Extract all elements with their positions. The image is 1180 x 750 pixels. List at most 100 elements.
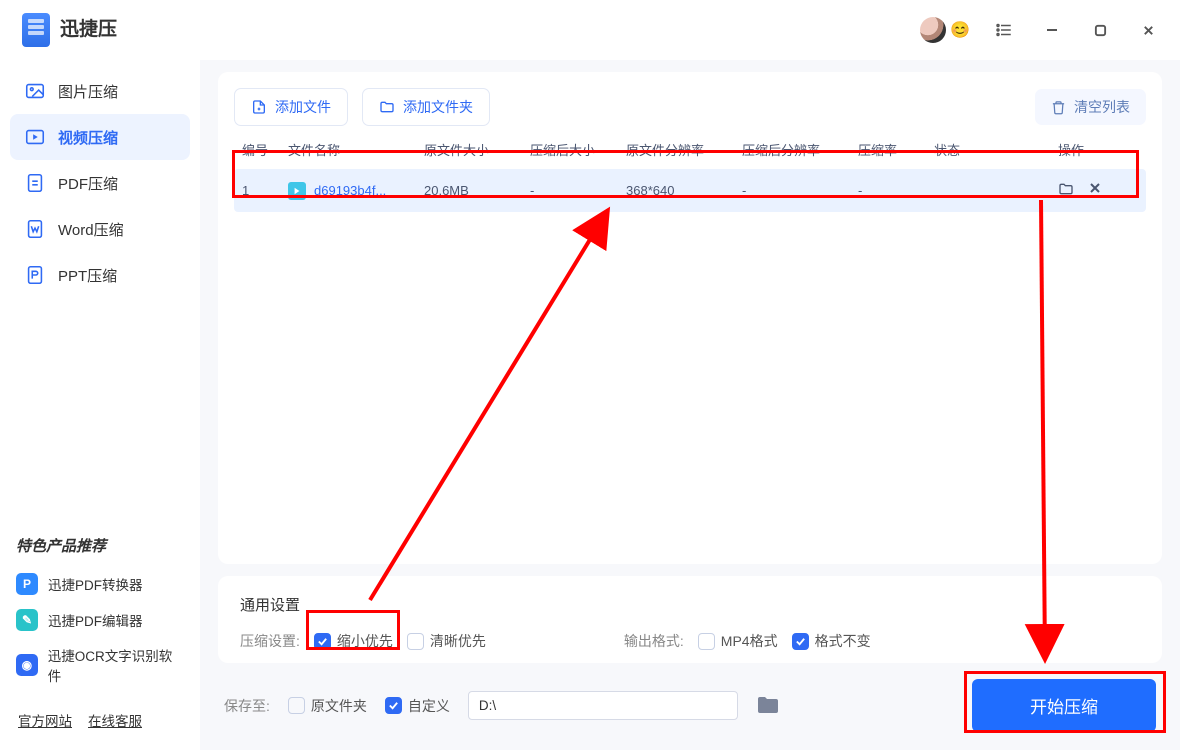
cell-comp-size: - bbox=[530, 183, 620, 198]
titlebar-controls: 😊 bbox=[920, 16, 1162, 44]
button-label: 添加文件 bbox=[275, 97, 331, 117]
promo-icon: ✎ bbox=[16, 609, 38, 631]
start-compress-button[interactable]: 开始压缩 bbox=[972, 679, 1156, 732]
cell-orig-size: 20.6MB bbox=[424, 183, 524, 198]
cell-orig-res: 368*640 bbox=[626, 183, 736, 198]
col-comp-res: 压缩后分辨率 bbox=[742, 140, 852, 159]
checkbox-icon bbox=[698, 633, 715, 650]
clear-list-button[interactable]: 清空列表 bbox=[1035, 89, 1146, 125]
maximize-button[interactable] bbox=[1086, 16, 1114, 44]
promo-pdf-converter[interactable]: P 迅捷PDF转换器 bbox=[10, 566, 190, 602]
open-folder-icon[interactable] bbox=[1058, 181, 1074, 200]
logo-icon bbox=[22, 13, 50, 47]
promo-ocr[interactable]: ◉ 迅捷OCR文字识别软件 bbox=[10, 638, 190, 692]
option-label: 清晰优先 bbox=[430, 631, 486, 651]
col-comp-size: 压缩后大小 bbox=[530, 140, 620, 159]
cell-comp-res: - bbox=[742, 183, 852, 198]
option-label: MP4格式 bbox=[721, 631, 778, 651]
word-compress-icon bbox=[24, 218, 46, 240]
cell-ratio: - bbox=[858, 183, 928, 198]
add-file-button[interactable]: 添加文件 bbox=[234, 88, 348, 126]
promo-section-title: 特色产品推荐 bbox=[10, 535, 190, 566]
cell-no: 1 bbox=[242, 183, 282, 198]
checkbox-icon bbox=[385, 697, 402, 714]
app-logo: 迅捷压 bbox=[22, 13, 117, 47]
nav-image-compress[interactable]: 图片压缩 bbox=[10, 68, 190, 114]
output-format-label: 输出格式: bbox=[624, 631, 684, 651]
option-label: 自定义 bbox=[408, 696, 450, 716]
user-avatar[interactable]: 😊 bbox=[920, 17, 970, 43]
browse-folder-button[interactable] bbox=[756, 695, 782, 717]
same-format-option[interactable]: 格式不变 bbox=[792, 631, 871, 651]
option-label: 原文件夹 bbox=[311, 696, 367, 716]
checkbox-icon bbox=[792, 633, 809, 650]
app-title: 迅捷压 bbox=[60, 20, 117, 40]
image-compress-icon bbox=[24, 80, 46, 102]
option-label: 缩小优先 bbox=[337, 631, 393, 651]
table-row[interactable]: 1 d69193b4f... 20.6MB - 368*640 - - bbox=[234, 169, 1146, 212]
col-ops: 操作 bbox=[1058, 140, 1138, 159]
footer-row: 保存至: 原文件夹 自定义 开始压缩 bbox=[218, 675, 1162, 738]
remove-row-icon[interactable] bbox=[1088, 181, 1102, 200]
nav-label: 视频压缩 bbox=[58, 127, 118, 148]
titlebar: 迅捷压 😊 bbox=[0, 0, 1180, 60]
add-folder-button[interactable]: 添加文件夹 bbox=[362, 88, 490, 126]
checkbox-icon bbox=[288, 697, 305, 714]
video-compress-icon bbox=[24, 126, 46, 148]
cell-ops bbox=[1058, 181, 1138, 200]
nav-ppt-compress[interactable]: PPT压缩 bbox=[10, 252, 190, 298]
nav-label: Word压缩 bbox=[58, 219, 124, 240]
settings-title: 通用设置 bbox=[240, 594, 1140, 615]
official-site-link[interactable]: 官方网站 bbox=[18, 710, 72, 730]
col-orig-res: 原文件分辨率 bbox=[626, 140, 736, 159]
nav-video-compress[interactable]: 视频压缩 bbox=[10, 114, 190, 160]
orig-folder-option[interactable]: 原文件夹 bbox=[288, 696, 367, 716]
close-button[interactable] bbox=[1134, 16, 1162, 44]
option-label: 格式不变 bbox=[815, 631, 871, 651]
table-header: 编号 文件名称 原文件大小 压缩后大小 原文件分辨率 压缩后分辨率 压缩率 状态… bbox=[234, 126, 1146, 169]
sidebar: 图片压缩 视频压缩 PDF压缩 Word压缩 PPT压缩 特色产品推荐 P 迅捷… bbox=[0, 60, 200, 750]
col-name: 文件名称 bbox=[288, 140, 418, 159]
col-status: 状态 bbox=[934, 140, 1052, 159]
custom-folder-option[interactable]: 自定义 bbox=[385, 696, 450, 716]
col-orig-size: 原文件大小 bbox=[424, 140, 524, 159]
save-to-label: 保存至: bbox=[224, 696, 270, 716]
checkbox-icon bbox=[407, 633, 424, 650]
toolbar: 添加文件 添加文件夹 清空列表 bbox=[234, 88, 1146, 126]
file-name-text: d69193b4f... bbox=[314, 183, 386, 198]
pdf-compress-icon bbox=[24, 172, 46, 194]
online-support-link[interactable]: 在线客服 bbox=[88, 710, 142, 730]
nav-word-compress[interactable]: Word压缩 bbox=[10, 206, 190, 252]
nav-pdf-compress[interactable]: PDF压缩 bbox=[10, 160, 190, 206]
file-list-card: 添加文件 添加文件夹 清空列表 编号 文件名称 原文件大小 压缩后大小 原文件分… bbox=[218, 72, 1162, 564]
smile-icon: 😊 bbox=[950, 20, 970, 40]
nav-label: PPT压缩 bbox=[58, 265, 117, 286]
bottom-links: 官方网站 在线客服 bbox=[10, 692, 190, 738]
promo-label: 迅捷PDF编辑器 bbox=[48, 610, 143, 630]
nav-label: 图片压缩 bbox=[58, 81, 118, 102]
checkbox-icon bbox=[314, 633, 331, 650]
cell-name: d69193b4f... bbox=[288, 182, 418, 200]
promo-label: 迅捷PDF转换器 bbox=[48, 574, 143, 594]
list-view-button[interactable] bbox=[990, 16, 1018, 44]
promo-label: 迅捷OCR文字识别软件 bbox=[48, 645, 184, 685]
compress-setting-label: 压缩设置: bbox=[240, 631, 300, 651]
quality-priority-option[interactable]: 清晰优先 bbox=[407, 631, 486, 651]
minimize-button[interactable] bbox=[1038, 16, 1066, 44]
col-ratio: 压缩率 bbox=[858, 140, 928, 159]
promo-pdf-editor[interactable]: ✎ 迅捷PDF编辑器 bbox=[10, 602, 190, 638]
nav-label: PDF压缩 bbox=[58, 173, 118, 194]
promo-icon: P bbox=[16, 573, 38, 595]
path-input[interactable] bbox=[468, 691, 738, 720]
button-label: 清空列表 bbox=[1074, 97, 1130, 117]
settings-card: 通用设置 压缩设置: 缩小优先 清晰优先 输出格式: MP4格式 bbox=[218, 576, 1162, 663]
settings-row: 压缩设置: 缩小优先 清晰优先 输出格式: MP4格式 格式不变 bbox=[240, 631, 1140, 651]
promo-icon: ◉ bbox=[16, 654, 38, 676]
ppt-compress-icon bbox=[24, 264, 46, 286]
avatar-icon bbox=[920, 17, 946, 43]
small-priority-option[interactable]: 缩小优先 bbox=[314, 631, 393, 651]
col-no: 编号 bbox=[242, 140, 282, 159]
main-panel: 添加文件 添加文件夹 清空列表 编号 文件名称 原文件大小 压缩后大小 原文件分… bbox=[200, 60, 1180, 750]
mp4-format-option[interactable]: MP4格式 bbox=[698, 631, 778, 651]
button-label: 添加文件夹 bbox=[403, 97, 473, 117]
